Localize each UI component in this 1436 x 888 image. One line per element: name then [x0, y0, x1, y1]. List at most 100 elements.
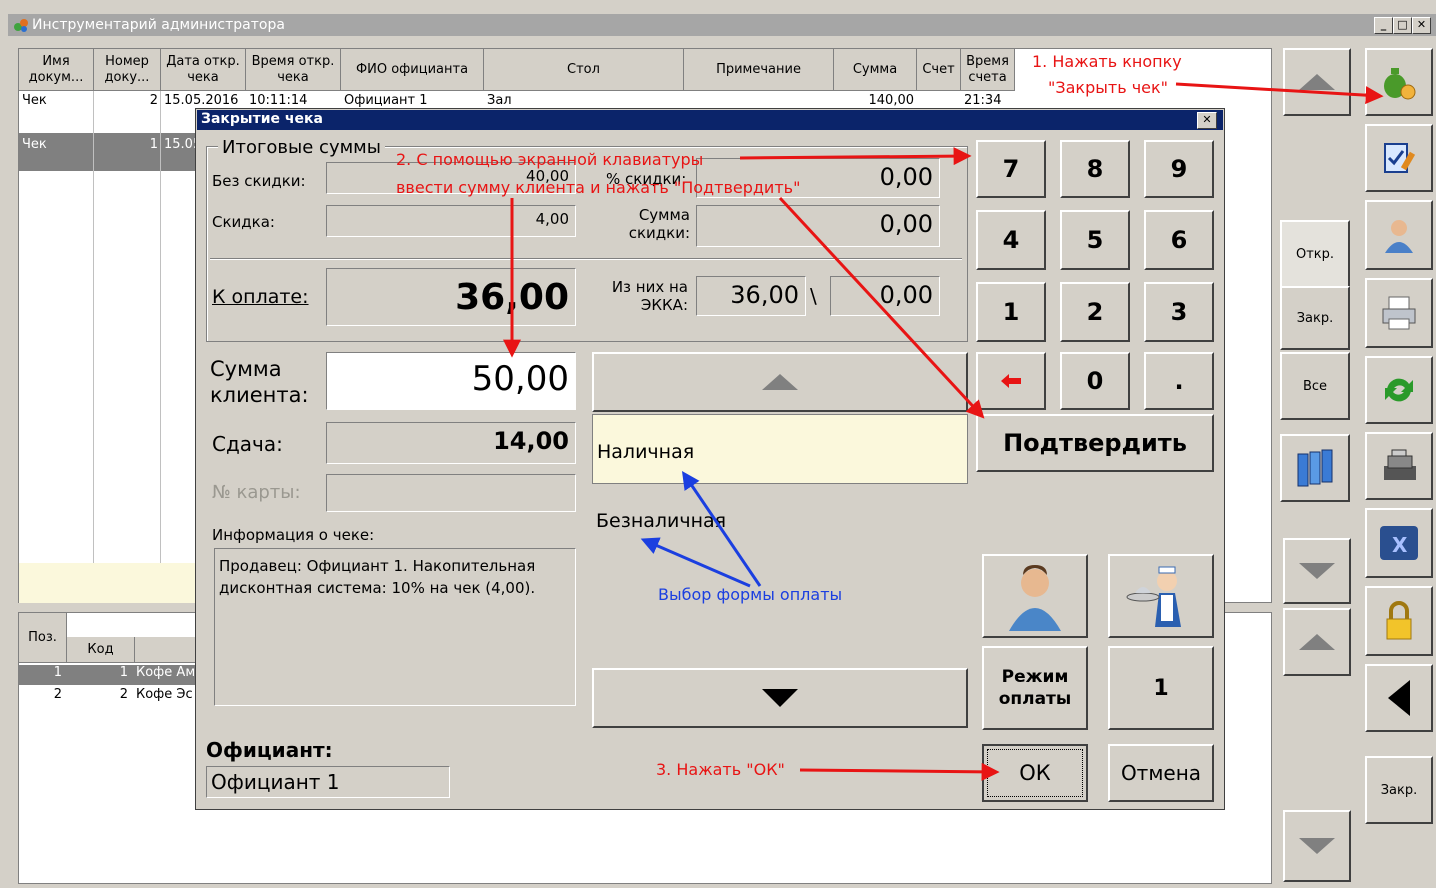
key-6[interactable]: 6 [1144, 210, 1214, 270]
key-0[interactable]: 0 [1060, 352, 1130, 410]
change-field: 14,00 [326, 422, 576, 464]
col-table[interactable]: Стол [484, 49, 684, 91]
arrow-up-icon [1299, 74, 1335, 90]
client-sum-input[interactable]: 50,00 [326, 352, 576, 410]
key-8[interactable]: 8 [1060, 140, 1130, 198]
dialog-title: Закрытие чека [201, 111, 323, 127]
backspace-arrow-icon [1001, 374, 1021, 388]
printer-icon [1382, 296, 1416, 330]
refresh-button[interactable] [1365, 356, 1433, 424]
close-button[interactable]: Закр. [1365, 756, 1433, 824]
ekka-field: 36,00 [696, 276, 806, 316]
discount-label: Скидка: [212, 213, 275, 231]
scroll-up-button[interactable] [1283, 48, 1351, 116]
key-7[interactable]: 7 [976, 140, 1046, 198]
key-4[interactable]: 4 [976, 210, 1046, 270]
key-3[interactable]: 3 [1144, 282, 1214, 342]
dialog-close-button[interactable]: ✕ [1197, 112, 1217, 129]
col-note[interactable]: Примечание [684, 49, 834, 91]
col-doc-name[interactable]: Имя докум... [19, 49, 94, 91]
waiter-select-button[interactable] [1108, 554, 1214, 638]
key-2[interactable]: 2 [1060, 282, 1130, 342]
payment-scroll-up-button[interactable] [592, 352, 968, 412]
ok-button[interactable]: ОК [982, 744, 1088, 802]
key-decimal[interactable]: . [1144, 352, 1214, 410]
window-title: Инструментарий администратора [32, 17, 285, 33]
items-scroll-down-button[interactable] [1283, 810, 1351, 882]
ekka-field-2: 0,00 [830, 276, 940, 316]
filter-closed-button[interactable]: Закр. [1280, 286, 1350, 350]
cash-register-icon [1384, 449, 1416, 480]
columns-button[interactable] [1280, 434, 1350, 502]
dialog-titlebar: Закрытие чека ✕ [197, 110, 1223, 130]
col-pos[interactable]: Поз. [19, 613, 67, 663]
info-label: Информация о чеке: [212, 526, 375, 544]
items-scroll-up-button[interactable] [1283, 608, 1351, 676]
back-button[interactable] [1365, 664, 1433, 732]
filter-open-button[interactable]: Откр. [1280, 220, 1350, 288]
col-waiter[interactable]: ФИО официанта [341, 49, 484, 91]
maximize-button[interactable]: □ [1393, 17, 1412, 34]
col-sum[interactable]: Сумма [834, 49, 917, 91]
excel-button[interactable]: X [1365, 508, 1433, 578]
col-bill-time[interactable]: Время счета [961, 49, 1015, 91]
client-person-icon [1009, 565, 1061, 631]
col-code[interactable]: Код [67, 637, 135, 663]
table-row-selected[interactable]: Чек 1 15.05 [19, 133, 197, 171]
payment-mode-button[interactable]: Режим оплаты [982, 646, 1088, 730]
key-5[interactable]: 5 [1060, 210, 1130, 270]
ekka-label: Из них на ЭККА: [611, 278, 688, 314]
arrow-down-icon [762, 689, 798, 707]
user-icon [1385, 220, 1413, 253]
minimize-button[interactable]: _ [1374, 17, 1393, 34]
lock-button[interactable] [1365, 586, 1433, 656]
discount-field: 4,00 [326, 205, 576, 237]
checklist-edit-icon [1384, 143, 1416, 173]
cash-register-button[interactable] [1365, 432, 1433, 500]
filter-all-button[interactable]: Все [1280, 352, 1350, 420]
print-button[interactable] [1365, 278, 1433, 348]
card-field[interactable] [326, 474, 576, 512]
cancel-button[interactable]: Отмена [1108, 744, 1214, 802]
waitress-icon [1126, 566, 1181, 627]
close-check-button[interactable] [1365, 48, 1433, 116]
to-pay-field: 36,00 [326, 268, 576, 326]
discount-sum-label: Сумма скидки: [628, 206, 690, 242]
key-backspace[interactable] [976, 352, 1046, 410]
close-window-button[interactable]: ✕ [1412, 17, 1431, 34]
edit-check-button[interactable] [1365, 124, 1433, 192]
confirm-button[interactable]: Подтвердить [976, 414, 1214, 472]
waiter-field: Официант 1 [206, 766, 450, 798]
no-discount-label: Без скидки: [212, 172, 306, 190]
annotation-step2b: ввести сумму клиента и нажать "Подтверди… [396, 178, 801, 197]
annotation-step2: 2. С помощью экранной клавиатуры [396, 150, 704, 169]
payment-option-cash[interactable]: Наличная [592, 414, 968, 484]
refresh-icon [1385, 378, 1413, 402]
ekka-separator: \ [810, 284, 817, 308]
card-label: № карты: [212, 482, 301, 503]
annotation-step3: 3. Нажать "ОК" [656, 760, 785, 779]
key-1[interactable]: 1 [976, 282, 1046, 342]
table-row-selected[interactable]: 1 1 Кофе Ам [19, 665, 197, 685]
client-button[interactable] [982, 554, 1088, 638]
annotation-step1b: "Закрыть чек" [1048, 78, 1169, 97]
payment-option-noncash[interactable]: Безналичная [592, 486, 968, 556]
table-row[interactable]: 2 2 Кофе Эс [19, 687, 197, 707]
info-text: Продавец: Официант 1. Накопительная диск… [214, 548, 576, 706]
payment-scroll-down-button[interactable] [592, 668, 968, 728]
client-sum-label: Сумма клиента: [210, 357, 309, 407]
key-9[interactable]: 9 [1144, 140, 1214, 198]
arrow-down-icon [1299, 838, 1335, 854]
arrow-down-icon [1299, 563, 1335, 579]
col-open-date[interactable]: Дата откр. чека [161, 49, 246, 91]
user-button[interactable] [1365, 200, 1433, 270]
arrow-up-icon [1299, 634, 1335, 650]
col-bill[interactable]: Счет [917, 49, 961, 91]
window-titlebar: Инструментарий администратора _ □ ✕ [8, 14, 1436, 36]
lock-icon [1386, 601, 1412, 640]
guests-count-button[interactable]: 1 [1108, 646, 1214, 730]
annotation-payment-choice: Выбор формы оплаты [658, 585, 843, 604]
col-open-time[interactable]: Время откр. чека [246, 49, 341, 91]
col-doc-number[interactable]: Номер доку... [94, 49, 161, 91]
scroll-down-button[interactable] [1283, 538, 1351, 604]
